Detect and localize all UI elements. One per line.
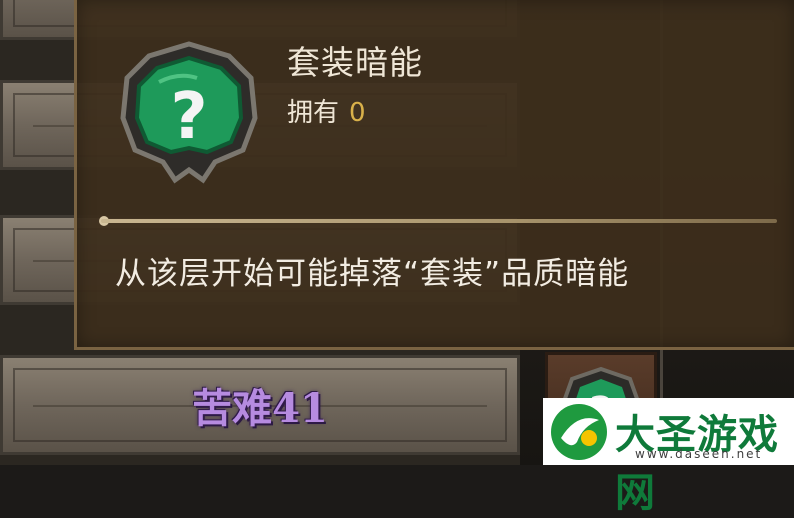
watermark-logo-icon [551, 404, 607, 460]
item-description: 从该层开始可能掉落“套装”品质暗能 [115, 256, 630, 292]
divider [101, 219, 777, 223]
item-title: 套装暗能 [287, 43, 423, 82]
question-gem-icon: ? [120, 41, 258, 184]
owned-label: 拥有 [287, 98, 340, 128]
floor-panel[interactable]: 苦难41 [0, 355, 520, 455]
watermark: 大圣游戏网 www.daseen.net [543, 398, 794, 516]
owned-count: 0 [349, 98, 366, 128]
floor-label: 苦难41 [192, 385, 328, 432]
owned-row: 拥有 0 [287, 92, 366, 129]
svg-text:?: ? [170, 80, 207, 154]
item-tooltip-popup: ? 套装暗能 拥有 0 从该层开始可能掉落“套装”品质暗能 [74, 0, 794, 350]
watermark-url: www.daseen.net [635, 447, 763, 461]
